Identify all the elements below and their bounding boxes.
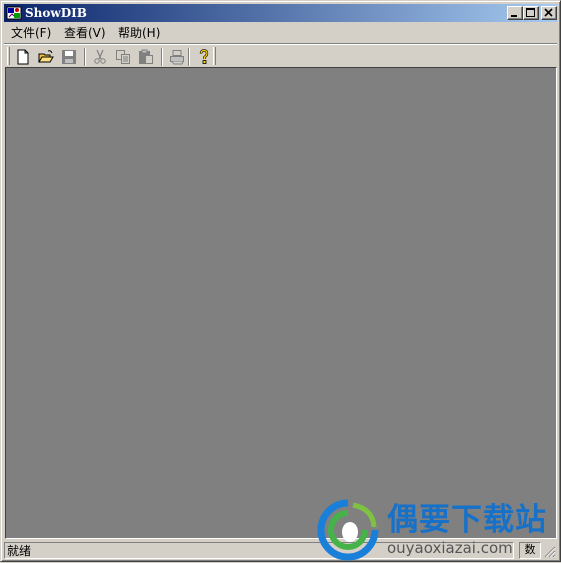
maximize-icon	[526, 8, 535, 17]
maximize-button[interactable]	[523, 6, 539, 20]
close-button[interactable]	[541, 6, 557, 20]
help-button[interactable]	[193, 47, 215, 67]
watermark: 偶要下载站 ouyaoxiazai.com	[317, 499, 557, 563]
app-icon[interactable]	[6, 5, 22, 21]
help-icon	[199, 49, 209, 64]
open-button[interactable]	[35, 47, 57, 67]
save-button[interactable]	[58, 47, 80, 67]
watermark-logo-icon	[317, 499, 379, 561]
copy-icon	[116, 50, 130, 64]
minimize-icon	[511, 15, 517, 17]
toolbar-separator	[161, 48, 163, 66]
cut-button[interactable]	[89, 47, 111, 67]
title-bar[interactable]: ShowDIB	[4, 4, 557, 22]
close-icon	[544, 8, 553, 17]
toolbar-separator	[84, 48, 86, 66]
print-icon	[170, 50, 184, 65]
copy-button[interactable]	[112, 47, 134, 67]
image-view-area[interactable]	[5, 67, 557, 539]
save-icon	[62, 50, 76, 64]
app-window: ShowDIB 文件(F) 查看(V) 帮助(H) 就绪 数 偶要下载站 ouy…	[0, 0, 561, 562]
window-title: ShowDIB	[25, 6, 87, 20]
watermark-url: ouyaoxiazai.com	[387, 539, 513, 557]
menu-help[interactable]: 帮助(H)	[115, 25, 163, 41]
toolbar-separator	[188, 48, 190, 66]
new-file-button[interactable]	[12, 47, 34, 67]
toolbar-end-grip	[213, 47, 216, 65]
toolbar-grip[interactable]	[7, 47, 10, 65]
minimize-button[interactable]	[507, 6, 523, 20]
open-folder-icon	[38, 50, 54, 63]
cut-icon	[94, 49, 106, 64]
status-text: 就绪	[7, 544, 32, 558]
toolbar	[4, 43, 557, 68]
menu-file[interactable]: 文件(F)	[8, 25, 54, 41]
menu-view[interactable]: 查看(V)	[61, 25, 109, 41]
new-file-icon	[17, 49, 29, 65]
watermark-title: 偶要下载站	[387, 502, 547, 538]
paste-button[interactable]	[135, 47, 157, 67]
print-button[interactable]	[166, 47, 188, 67]
paste-icon	[139, 49, 153, 64]
menu-bar: 文件(F) 查看(V) 帮助(H)	[4, 23, 557, 43]
